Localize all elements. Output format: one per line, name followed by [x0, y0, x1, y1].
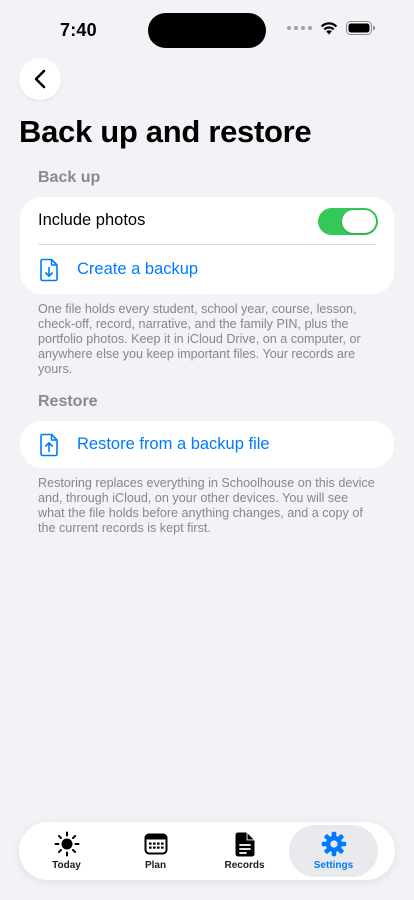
toggle-knob	[342, 210, 376, 233]
section-header-backup: Back up	[38, 169, 101, 186]
battery-icon	[346, 21, 375, 35]
document-download-icon	[40, 258, 58, 281]
status-time: 7:40	[60, 20, 97, 40]
signal-icon	[287, 26, 312, 30]
tab-records[interactable]: Records	[200, 825, 289, 877]
include-photos-toggle[interactable]	[318, 208, 378, 235]
chevron-left-icon	[34, 69, 46, 89]
backup-footnote: One file holds every student, school yea…	[38, 302, 361, 376]
tab-bar: Today Plan Records Settings	[19, 822, 395, 880]
calendar-icon	[144, 833, 167, 855]
gear-icon	[321, 831, 346, 857]
status-bar: 7:40	[0, 0, 414, 58]
include-photos-label: Include photos	[38, 211, 146, 229]
page-title: Back up and restore	[19, 114, 312, 149]
dynamic-island	[148, 13, 266, 48]
wifi-icon	[320, 22, 338, 35]
create-backup-button[interactable]: Create a backup	[20, 245, 394, 294]
create-backup-label: Create a backup	[77, 260, 199, 278]
include-photos-row: Include photos	[20, 197, 394, 244]
tab-plan[interactable]: Plan	[111, 825, 200, 877]
tab-label: Today	[52, 860, 81, 871]
tab-label: Plan	[144, 860, 167, 871]
restore-label: Restore from a backup file	[77, 435, 270, 453]
document-upload-icon	[40, 433, 58, 456]
backup-card: Include photos Create a backup	[20, 197, 394, 294]
section-header-restore: Restore	[38, 393, 98, 410]
back-button[interactable]	[19, 58, 61, 100]
tab-settings[interactable]: Settings	[289, 825, 378, 877]
restore-button[interactable]: Restore from a backup file	[20, 421, 394, 468]
restore-footnote: Restoring replaces everything in Schoolh…	[38, 476, 375, 535]
tab-label: Settings	[313, 860, 354, 871]
tab-label: Records	[224, 860, 265, 871]
screen: 7:40 Back up and restore Back up Include…	[0, 0, 414, 900]
tab-today[interactable]: Today	[22, 825, 111, 877]
status-indicators	[287, 21, 376, 35]
document-icon	[235, 832, 254, 856]
sun-icon	[54, 831, 79, 857]
restore-card: Restore from a backup file	[20, 421, 394, 468]
